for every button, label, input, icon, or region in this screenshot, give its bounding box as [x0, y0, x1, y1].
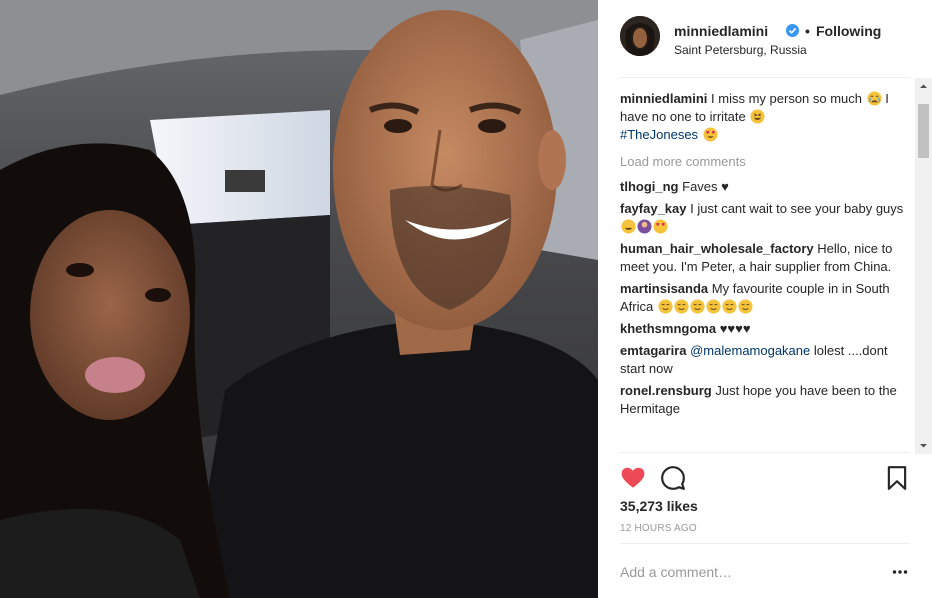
post-photo[interactable]	[0, 0, 598, 598]
smiling-face-emoji-icon	[706, 299, 721, 314]
smiling-face-emoji-icon	[722, 299, 737, 314]
heart-icon[interactable]	[620, 465, 646, 491]
bookmark-icon[interactable]	[884, 465, 910, 491]
comment-username[interactable]: khethsmngoma	[620, 321, 716, 336]
comment-text: Faves	[682, 179, 718, 194]
verified-badge-icon	[786, 24, 799, 37]
black-heart-emoji-icon: ♥	[721, 179, 729, 194]
comment-username[interactable]: fayfay_kay	[620, 201, 687, 216]
smiling-face-emoji-icon	[690, 299, 705, 314]
comment-item: fayfay_kay I just cant wait to see your …	[620, 200, 910, 236]
post-timestamp[interactable]: 12 HOURS AGO	[620, 523, 697, 534]
post-username[interactable]: minniedlamini	[674, 23, 768, 39]
post-actions-bar	[620, 452, 910, 500]
likes-count[interactable]: 35,273 likes	[620, 498, 698, 514]
comments-scrollbar[interactable]	[915, 78, 932, 454]
comment-username[interactable]: emtagarira	[620, 343, 686, 358]
pregnant-woman-emoji-icon	[637, 219, 652, 234]
scroll-down-arrow-icon[interactable]	[915, 437, 932, 454]
scroll-up-arrow-icon[interactable]	[915, 78, 932, 95]
comment-item: ronel.rensburg Just hope you have been t…	[620, 382, 910, 418]
smiling-emoji-row	[657, 299, 753, 314]
comment-item: khethsmngoma ♥♥♥♥	[620, 320, 910, 338]
heart-eyes-emoji-icon	[653, 219, 668, 234]
post-details-panel: minniedlamini • Following Saint Petersbu…	[598, 0, 932, 598]
comment-username[interactable]: human_hair_wholesale_factory	[620, 241, 814, 256]
comment-item: martinsisanda My favourite couple in in …	[620, 280, 910, 316]
add-comment-section	[620, 543, 910, 598]
comment-item: tlhogi_ng Faves ♥	[620, 178, 910, 196]
caption-username[interactable]: minniedlamini	[620, 91, 707, 106]
add-comment-input[interactable]	[620, 560, 870, 584]
crying-face-emoji-icon	[867, 91, 882, 106]
smiling-face-emoji-icon	[658, 299, 673, 314]
smiling-face-emoji-icon	[738, 299, 753, 314]
load-more-comments-link[interactable]: Load more comments	[620, 153, 910, 171]
rolling-laughing-emoji-icon	[750, 109, 765, 124]
rolling-laughing-emoji-icon	[621, 219, 636, 234]
comment-username[interactable]: ronel.rensburg	[620, 383, 712, 398]
scrollbar-thumb[interactable]	[918, 104, 929, 158]
comment-text: I just cant wait to see your baby guys	[690, 201, 904, 216]
caption: minniedlamini I miss my person so much I…	[620, 90, 910, 144]
heart-eyes-emoji-icon	[703, 127, 718, 142]
comment-username[interactable]: tlhogi_ng	[620, 179, 679, 194]
avatar[interactable]	[620, 16, 660, 56]
post-location[interactable]: Saint Petersburg, Russia	[674, 43, 807, 57]
black-hearts-emoji-icon: ♥♥♥♥	[719, 321, 751, 336]
smiling-face-emoji-icon	[674, 299, 689, 314]
comment-mention[interactable]: @malemamogakane	[690, 343, 810, 358]
more-options-icon[interactable]	[892, 564, 908, 580]
caption-hashtag[interactable]: #TheJoneses	[620, 127, 698, 142]
following-button[interactable]: Following	[816, 23, 881, 39]
comment-username[interactable]: martinsisanda	[620, 281, 708, 296]
comment-icon[interactable]	[660, 465, 686, 491]
selfie-image	[0, 0, 598, 598]
separator-dot: •	[805, 23, 810, 39]
caption-text: I miss my person so much	[711, 91, 863, 106]
comment-item: emtagarira @malemamogakane lolest ....do…	[620, 342, 910, 378]
comments-list[interactable]: minniedlamini I miss my person so much I…	[620, 90, 910, 452]
post-header: minniedlamini • Following Saint Petersbu…	[620, 16, 910, 78]
comment-item: human_hair_wholesale_factory Hello, nice…	[620, 240, 910, 276]
